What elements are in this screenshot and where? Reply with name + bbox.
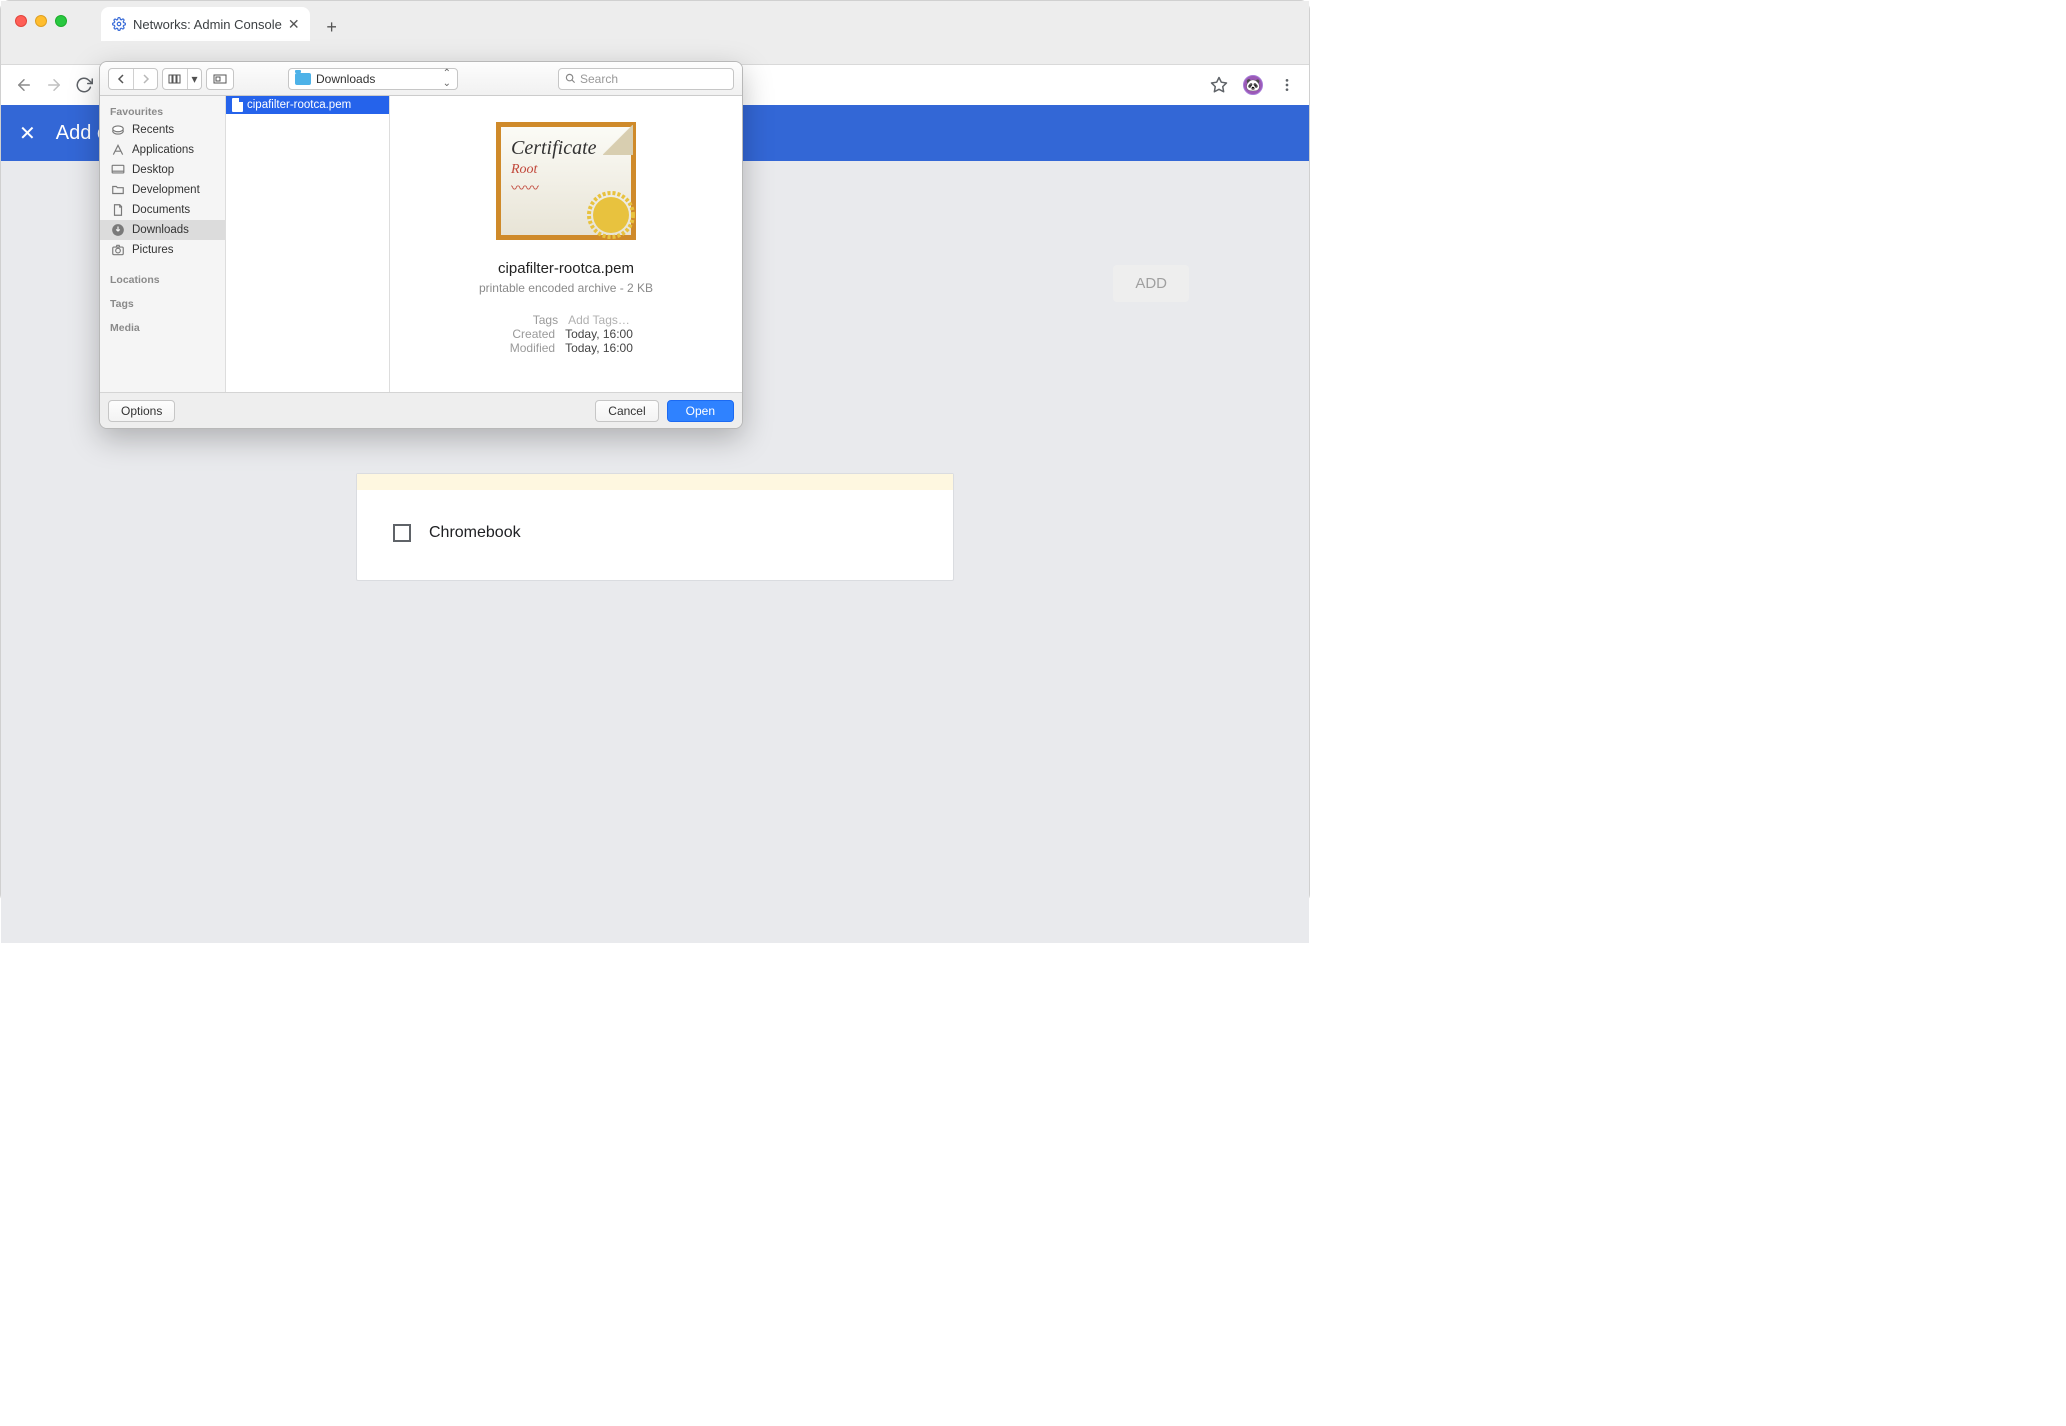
dialog-footer: Options Cancel Open [100,392,742,428]
new-tab-button[interactable]: + [318,13,346,41]
tab-close-icon[interactable]: ✕ [288,17,300,31]
sidebar-item-recents[interactable]: Recents [100,120,225,140]
dialog-toolbar: ▾ Downloads ⌃⌄ Search [100,62,742,96]
sidebar-item-label: Desktop [132,164,174,176]
checkbox-label: Chromebook [429,524,521,542]
dialog-sidebar: Favourites Recents Applications Desktop … [100,96,226,392]
nav-back-icon[interactable] [109,69,133,89]
clock-icon [110,123,126,137]
download-icon [110,223,126,237]
browser-tab[interactable]: Networks: Admin Console ✕ [101,7,310,41]
window-zoom-button[interactable] [55,15,67,27]
grouping-button[interactable] [206,68,234,90]
options-button[interactable]: Options [108,400,175,422]
file-name: cipafilter-rootca.pem [247,99,351,111]
folder-icon [110,183,126,197]
dialog-search-input[interactable]: Search [558,68,734,90]
search-placeholder: Search [580,72,618,86]
form-card: Chromebook [356,473,954,581]
file-preview-pane: Certificate Root 〰〰 cipafilter-rootca.pe… [390,96,742,392]
tags-placeholder[interactable]: Add Tags… [568,313,630,327]
reload-button[interactable] [69,70,99,100]
sidebar-item-label: Downloads [132,224,189,236]
chevron-down-icon[interactable]: ▾ [187,69,201,89]
certificate-preview-icon: Certificate Root 〰〰 [496,122,636,240]
sidebar-item-downloads[interactable]: Downloads [100,220,225,240]
sidebar-header-locations: Locations [100,270,225,288]
open-button[interactable]: Open [667,400,734,422]
preview-cert-sub: Root [511,162,537,178]
apps-icon [110,143,126,157]
sidebar-header-tags: Tags [100,294,225,312]
sidebar-item-label: Recents [132,124,174,136]
traffic-lights [15,15,67,27]
created-key: Created [499,327,555,341]
chevron-updown-icon: ⌃⌄ [443,69,451,89]
preview-metadata: Tags Add Tags… Created Today, 16:00 Modifi… [499,313,633,355]
checkbox-row[interactable]: Chromebook [381,516,929,550]
sidebar-item-label: Development [132,184,200,196]
sidebar-header-favourites: Favourites [100,102,225,120]
sidebar-item-desktop[interactable]: Desktop [100,160,225,180]
page-close-icon[interactable]: ✕ [19,121,36,146]
card-banner [357,474,953,490]
tab-strip: Networks: Admin Console ✕ + [101,5,346,41]
preview-decoration: 〰〰 [511,178,539,198]
document-icon [232,98,243,112]
sidebar-item-development[interactable]: Development [100,180,225,200]
column-view-icon[interactable] [163,69,187,89]
file-column: cipafilter-rootca.pem [226,96,390,392]
star-bookmark-icon[interactable] [1205,71,1233,99]
modified-key: Modified [499,341,555,355]
sidebar-item-label: Pictures [132,244,174,256]
more-menu-icon[interactable] [1273,71,1301,99]
file-open-dialog: ▾ Downloads ⌃⌄ Search Favourites Recents… [99,61,743,429]
location-label: Downloads [316,72,375,86]
dialog-body: Favourites Recents Applications Desktop … [100,96,742,392]
modified-value: Today, 16:00 [565,341,633,355]
folder-icon [295,73,311,85]
preview-file-type: printable encoded archive - 2 KB [479,281,653,295]
browser-chrome: Networks: Admin Console ✕ + [1,1,1309,65]
tab-title: Networks: Admin Console [133,17,282,32]
seal-icon [587,191,635,239]
back-button[interactable] [9,70,39,100]
created-value: Today, 16:00 [565,327,633,341]
sidebar-item-documents[interactable]: Documents [100,200,225,220]
preview-file-name: cipafilter-rootca.pem [498,260,634,277]
nav-segmented [108,68,158,90]
checkbox-icon[interactable] [393,524,411,542]
profile-avatar[interactable]: 🐼 [1239,71,1267,99]
tags-key: Tags [502,313,558,327]
cancel-button[interactable]: Cancel [595,400,658,422]
add-button[interactable]: ADD [1113,265,1189,302]
view-mode-picker[interactable]: ▾ [162,68,202,90]
sidebar-item-label: Documents [132,204,190,216]
tab-favicon-gear-icon [111,16,127,32]
sidebar-item-label: Applications [132,144,194,156]
sidebar-item-applications[interactable]: Applications [100,140,225,160]
forward-button[interactable] [39,70,69,100]
window-minimize-button[interactable] [35,15,47,27]
file-row-selected[interactable]: cipafilter-rootca.pem [226,96,389,114]
sidebar-header-media: Media [100,318,225,336]
nav-forward-icon[interactable] [133,69,157,89]
sidebar-item-pictures[interactable]: Pictures [100,240,225,260]
camera-icon [110,243,126,257]
preview-cert-word: Certificate [511,137,597,160]
desktop-icon [110,163,126,177]
location-popup[interactable]: Downloads ⌃⌄ [288,68,458,90]
document-icon [110,203,126,217]
window-close-button[interactable] [15,15,27,27]
